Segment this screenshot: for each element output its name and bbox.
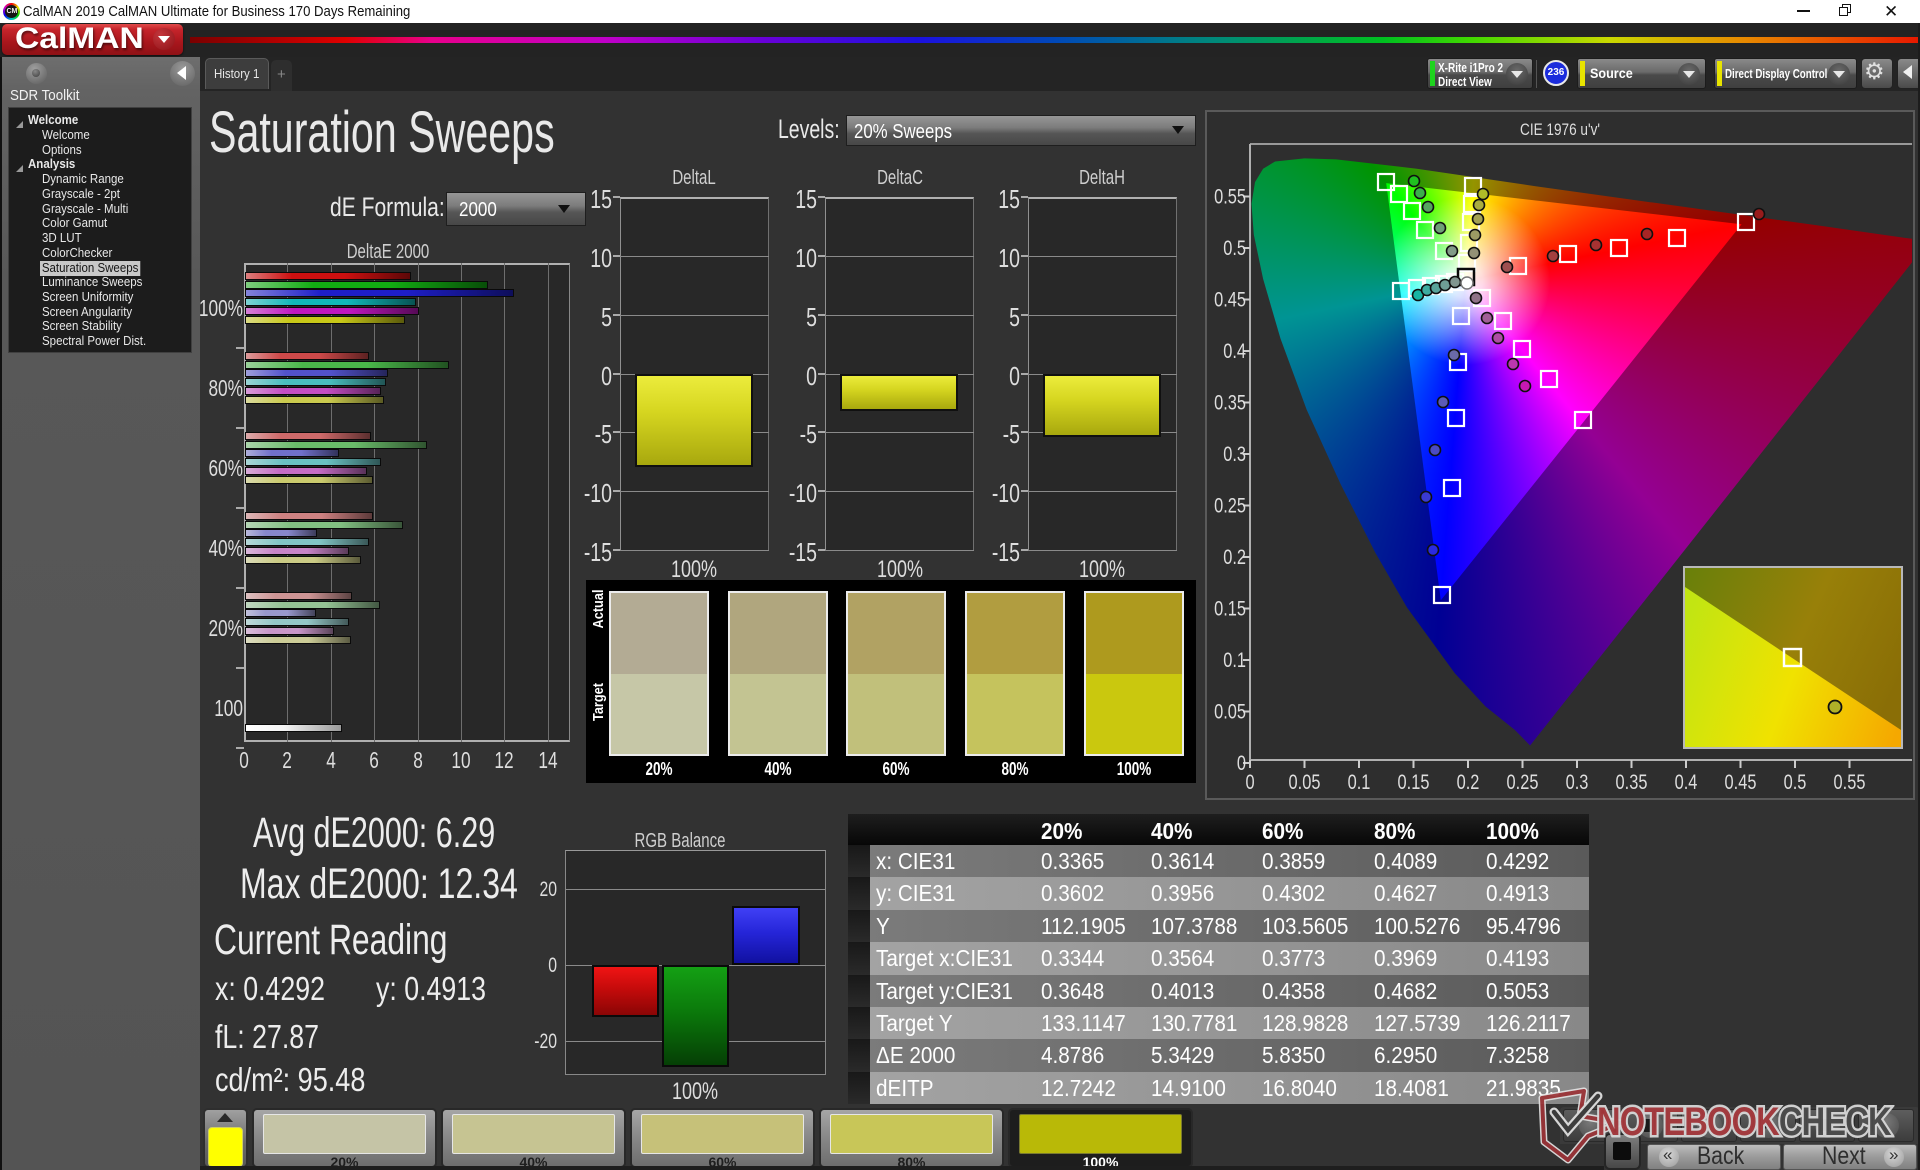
- svg-text:0.35: 0.35: [1616, 770, 1648, 793]
- svg-text:0.1: 0.1: [1348, 770, 1371, 793]
- svg-text:0.05: 0.05: [1214, 700, 1246, 723]
- svg-text:0.15: 0.15: [1398, 770, 1430, 793]
- svg-text:0.15: 0.15: [1214, 597, 1246, 620]
- svg-text:0.25: 0.25: [1507, 770, 1539, 793]
- svg-text:0.55: 0.55: [1214, 185, 1246, 208]
- svg-text:0.05: 0.05: [1289, 770, 1321, 793]
- svg-text:0.2: 0.2: [1457, 770, 1480, 793]
- svg-text:0.3: 0.3: [1223, 442, 1246, 465]
- svg-text:CIE 1976 u'v': CIE 1976 u'v': [1520, 121, 1600, 140]
- svg-text:0.25: 0.25: [1214, 494, 1246, 517]
- svg-text:0.1: 0.1: [1223, 648, 1246, 671]
- svg-text:0.4: 0.4: [1223, 339, 1246, 362]
- svg-text:0.2: 0.2: [1223, 545, 1246, 568]
- svg-text:0.5: 0.5: [1223, 236, 1246, 259]
- svg-text:0.35: 0.35: [1214, 391, 1246, 414]
- svg-text:0.45: 0.45: [1725, 770, 1757, 793]
- svg-text:0.55: 0.55: [1834, 770, 1866, 793]
- svg-text:0.3: 0.3: [1566, 770, 1589, 793]
- svg-text:0: 0: [1237, 751, 1246, 774]
- svg-text:0.5: 0.5: [1784, 770, 1807, 793]
- svg-text:0.4: 0.4: [1675, 770, 1698, 793]
- svg-text:0.45: 0.45: [1214, 288, 1246, 311]
- svg-text:0: 0: [1245, 770, 1254, 793]
